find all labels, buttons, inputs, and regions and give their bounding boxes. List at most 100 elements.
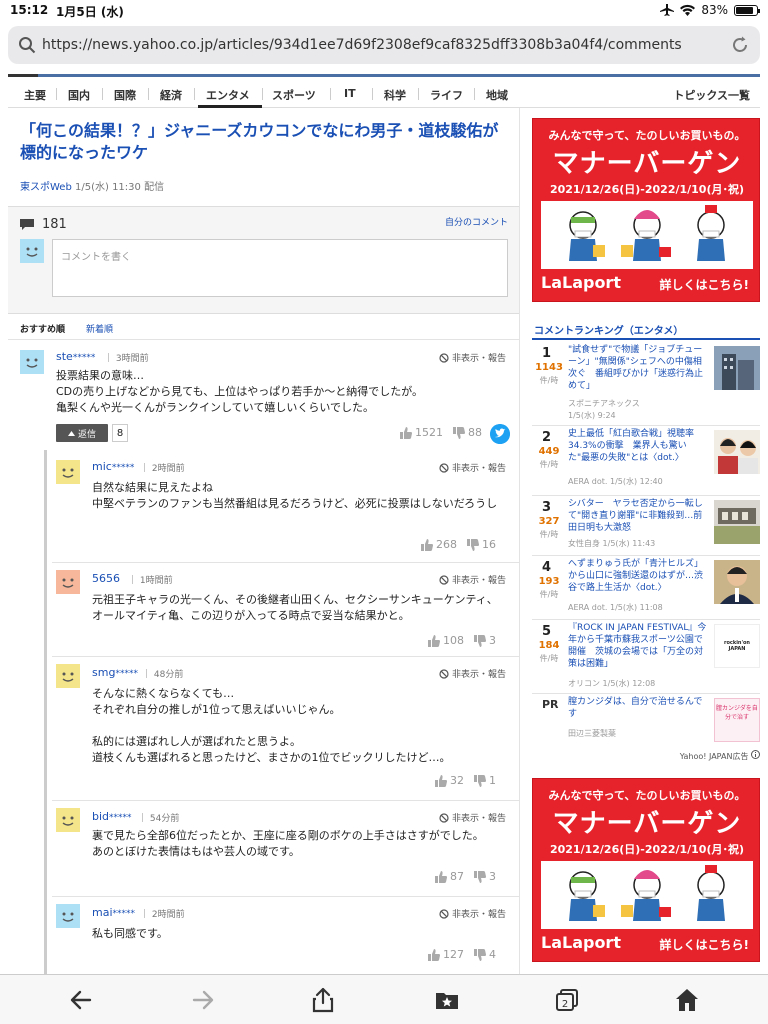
home-icon[interactable] [674,987,700,1013]
sort-recommended[interactable]: おすすめ順 [20,322,65,335]
comment-username[interactable]: mic***** [92,460,134,473]
comment-report-link[interactable]: 非表示・報告 [439,907,506,920]
like-button[interactable]: 32 [435,774,464,787]
dislike-button[interactable]: 16 [467,538,496,551]
ranking-headline[interactable]: へずまりゅう氏が「青汁ヒルズ」から山口に強制送還のはずが…渋谷で路上生活か〈do… [568,558,708,594]
tab-international[interactable]: 国際 [114,87,136,103]
reply-item: mai***** ｜ 2時間前 非表示・報告 私も同感です。 127 4 [8,896,519,974]
ranking-item[interactable]: 3 327 件/時 シバター ヤラセ否定から一転して"開き直り謝罪"に非難殺到…… [532,496,760,556]
ranking-source: AERA dot. 1/5(水) 12:40 [568,477,663,486]
comment-username[interactable]: ste***** [56,350,95,363]
tab-sports[interactable]: スポーツ [272,87,316,103]
ranking-count: 449 [538,446,560,457]
ranking-count: 193 [538,576,560,587]
ad-illustration [541,201,753,269]
tab-main[interactable]: 主要 [24,87,46,103]
user-avatar [20,239,44,263]
ranking-item[interactable]: 5 184 件/時 『ROCK IN JAPAN FESTIVAL』今年から千葉… [532,620,760,694]
like-button[interactable]: 87 [435,870,464,883]
info-icon[interactable] [751,750,760,759]
dislike-button[interactable]: 4 [474,948,496,961]
twitter-share-icon[interactable] [490,424,510,444]
tab-science[interactable]: 科学 [384,87,406,103]
ad-tagline: みんなで守って、たのしいお買いもの。 [548,789,746,802]
topics-list-link[interactable]: トピックス一覧 [673,87,750,103]
wifi-icon [680,4,696,16]
comment-report-link[interactable]: 非表示・報告 [439,351,506,364]
bookmarks-icon[interactable] [434,987,460,1013]
comment-report-link[interactable]: 非表示・報告 [439,667,506,680]
like-button[interactable]: 1521 [400,426,443,439]
dislike-button[interactable]: 3 [474,870,496,883]
ranking-headline[interactable]: "試食せず"で物議「ジョブチューーン」"無関係"シェフへの中傷相次ぐ 番組呼びか… [568,344,708,392]
ads-credit: Yahoo! JAPAN広告 [680,750,760,762]
comment-username[interactable]: bid***** [92,810,132,823]
share-icon[interactable] [310,987,336,1013]
comment-text: 元祖王子キャラの光一くん、その後継者山田くん、セクシーサンキューケンティ、オール… [92,593,498,622]
forward-arrow-icon[interactable] [190,987,216,1013]
thumbs-up-icon [428,948,440,961]
ranking-item[interactable]: 1 1143 件/時 "試食せず"で物議「ジョブチューーン」"無関係"シェフへの… [532,342,760,426]
own-comments-link[interactable]: 自分のコメント [445,215,508,228]
comments-main: 「何この結果！？」ジャニーズカウコンでなにわ男子・道枝駿佑が標的になったワケ 東… [8,108,520,974]
like-button[interactable]: 268 [421,538,457,551]
tab-life[interactable]: ライフ [430,87,463,103]
comment-username[interactable]: mai***** [92,906,135,919]
tab-entertainment[interactable]: エンタメ [206,87,250,103]
article-meta: 東スポWeb 1/5(水) 11:30 配信 [20,178,164,193]
comment-report-link[interactable]: 非表示・報告 [439,573,506,586]
ranking-number: 5 [542,624,552,639]
article-title[interactable]: 「何この結果！？」ジャニーズカウコンでなにわ男子・道枝駿佑が標的になったワケ [20,120,510,164]
ranking-headline[interactable]: シバター ヤラセ否定から一転して"開き直り謝罪"に非難殺到…前田日明も大激怒 [568,498,708,534]
comment-input[interactable]: コメントを書く [52,239,508,297]
tabs-icon[interactable]: 2 [554,987,580,1013]
commenter-avatar [20,350,44,374]
tab-it[interactable]: IT [344,87,356,100]
thumbs-down-icon [467,538,479,551]
reload-icon[interactable] [730,35,750,55]
back-arrow-icon[interactable] [68,987,94,1013]
tab-region[interactable]: 地域 [486,87,508,103]
article-source[interactable]: 東スポWeb [20,182,72,193]
comment-count: 181 [42,217,67,232]
pr-headline[interactable]: 膣カンジダは、自分で治せるんです [568,696,708,720]
thumbs-down-icon [474,634,486,647]
reply-toggle-button[interactable]: 返信 [56,424,108,442]
comment-report-link[interactable]: 非表示・報告 [439,811,506,824]
comment-username[interactable]: 5656 [92,572,120,585]
lalaport-ad-bottom[interactable]: みんなで守って、たのしいお買いもの。 マナーバーゲン 2021/12/26(日)… [532,778,760,962]
ad-dates: 2021/12/26(日)-2022/1/10(月･祝) [549,183,745,196]
ad-dates: 2021/12/26(日)-2022/1/10(月･祝) [549,843,745,856]
ranking-thumbnail: rockin'on JAPAN [714,624,760,668]
url-text[interactable]: https://news.yahoo.co.jp/articles/934d1e… [42,37,682,53]
comment-votes: 1521 88 [400,426,482,439]
address-bar[interactable]: https://news.yahoo.co.jp/articles/934d1e… [8,26,760,64]
like-button[interactable]: 127 [428,948,464,961]
comment-username[interactable]: smg***** [92,666,138,679]
comment-time: ｜ 54分前 [138,814,180,824]
ranking-headline[interactable]: 『ROCK IN JAPAN FESTIVAL』今年から千葉市蘇我スポーツ公園で… [568,622,708,670]
ranking-headline[interactable]: 史上最低「紅白歌合戦」視聴率34.3%の衝撃 業界人も驚いた"最悪の失敗"とは〈… [568,428,708,464]
block-icon [439,352,449,363]
lalaport-ad-top[interactable]: みんなで守って、たのしいお買いもの。 マナーバーゲン 2021/12/26(日)… [532,118,760,302]
dislike-button[interactable]: 88 [453,426,482,439]
comment-votes: 268 16 [421,538,496,551]
commenter-avatar [56,808,80,832]
dislike-button[interactable]: 1 [474,774,496,787]
dislike-button[interactable]: 3 [474,634,496,647]
thumbs-up-icon [435,774,447,787]
comment-count-icon [20,219,34,230]
thumbs-down-icon [474,774,486,787]
pr-item[interactable]: PR 膣カンジダは、自分で治せるんです 田辺三菱製薬 膣カンジダを自分で治す [532,694,760,746]
like-button[interactable]: 108 [428,634,464,647]
ad-headline: マナーバーゲン [552,149,742,179]
tab-economy[interactable]: 経済 [160,87,182,103]
sort-newest[interactable]: 新着順 [86,322,113,335]
ranking-item[interactable]: 2 449 件/時 史上最低「紅白歌合戦」視聴率34.3%の衝撃 業界人も驚いた… [532,426,760,496]
reply-count: 8 [112,424,128,442]
comment-time: ｜ 3時間前 [104,354,149,364]
ranking-item[interactable]: 4 193 件/時 へずまりゅう氏が「青汁ヒルズ」から山口に強制送還のはずが…渋… [532,556,760,620]
comment-report-link[interactable]: 非表示・報告 [439,461,506,474]
ad-brand: LaLaport [541,933,621,952]
tab-domestic[interactable]: 国内 [68,87,90,103]
